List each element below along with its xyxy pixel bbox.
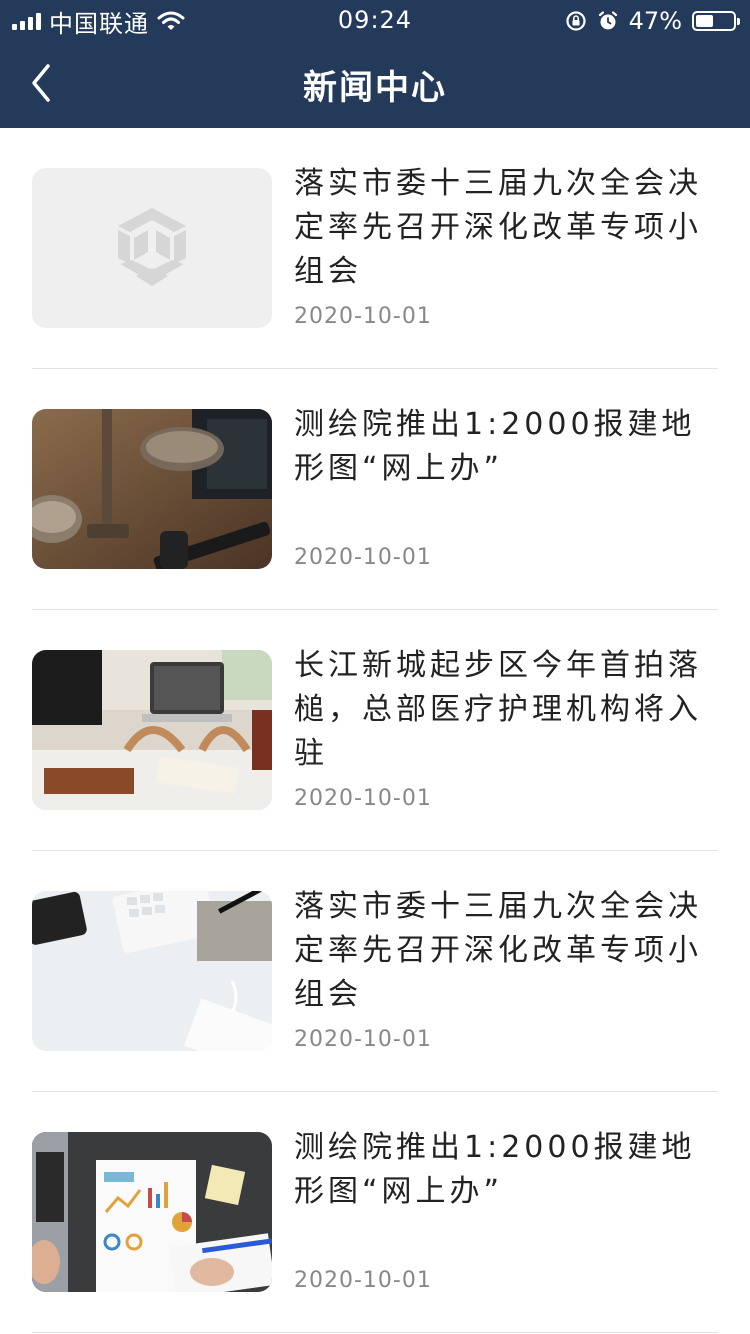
app-header: 中国联通 09:24 47% 新闻中心	[0, 0, 750, 128]
news-title: 落实市委十三届九次全会决定率先召开深化改革专项小组会	[294, 889, 702, 1012]
status-bar: 中国联通 09:24 47%	[0, 0, 750, 40]
news-item[interactable]: 落实市委十三届九次全会决定率先召开深化改革专项小组会 2020-10-01	[32, 128, 718, 369]
news-item[interactable]: 落实市委十三届九次全会决定率先召开深化改革专项小组会 2020-10-01	[32, 851, 718, 1092]
news-thumbnail	[32, 409, 272, 569]
charts-documents-image	[32, 1132, 272, 1292]
alarm-icon	[598, 11, 617, 30]
placeholder-logo-icon	[32, 168, 272, 328]
keyboard-phone-image	[32, 891, 272, 1051]
news-item[interactable]: 测绘院推出1:2000报建地形图“网上办” 2020-10-01	[32, 369, 718, 610]
laptop-desk-image	[32, 650, 272, 810]
news-date: 2020-10-01	[294, 1268, 432, 1293]
news-date: 2020-10-01	[294, 1027, 432, 1052]
news-title: 测绘院推出1:2000报建地形图“网上办”	[294, 1130, 696, 1209]
orientation-lock-icon	[566, 11, 586, 31]
news-item[interactable]: 长江新城起步区今年首拍落槌，总部医疗护理机构将入驻 2020-10-01	[32, 610, 718, 851]
news-list: 落实市委十三届九次全会决定率先召开深化改革专项小组会 2020-10-01 测绘…	[32, 128, 718, 1333]
battery-percent: 47%	[628, 7, 682, 35]
scales-gavel-image	[32, 409, 272, 569]
news-date: 2020-10-01	[294, 304, 432, 329]
news-item[interactable]: 测绘院推出1:2000报建地形图“网上办” 2020-10-01	[32, 1092, 718, 1333]
nav-bar: 新闻中心	[0, 40, 750, 128]
news-title: 落实市委十三届九次全会决定率先召开深化改革专项小组会	[294, 166, 702, 289]
news-thumbnail	[32, 650, 272, 810]
news-title: 测绘院推出1:2000报建地形图“网上办”	[294, 407, 696, 486]
news-thumbnail	[32, 1132, 272, 1292]
battery-icon	[692, 11, 740, 31]
page-title: 新闻中心	[303, 68, 447, 108]
news-date: 2020-10-01	[294, 545, 432, 570]
news-title: 长江新城起步区今年首拍落槌，总部医疗护理机构将入驻	[294, 648, 702, 771]
news-thumbnail	[32, 891, 272, 1051]
news-thumbnail	[32, 168, 272, 328]
news-date: 2020-10-01	[294, 786, 432, 811]
